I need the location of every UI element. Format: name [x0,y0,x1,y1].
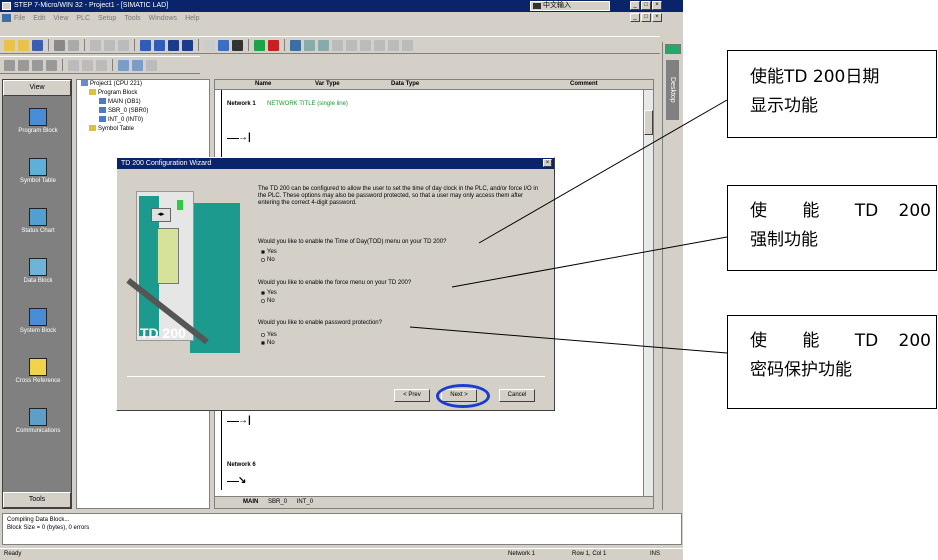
callout-force: 使 能 TD 200 强制功能 [727,185,937,271]
callout-tod-line1: 使能TD 200日期 [750,67,880,87]
callout-password-line1: 使 能 TD 200 [750,331,931,351]
callout-force-line1: 使 能 TD 200 [750,201,931,221]
callout-password-line2: 密码保护功能 [750,360,852,380]
callout-password: 使 能 TD 200 密码保护功能 [727,315,937,409]
callout-line-1 [478,99,728,244]
callout-line-3 [409,326,728,354]
callout-force-line2: 强制功能 [750,230,818,250]
callout-tod: 使能TD 200日期 显示功能 [727,50,937,138]
callout-line-2 [451,236,728,288]
callout-tod-line2: 显示功能 [750,96,818,116]
